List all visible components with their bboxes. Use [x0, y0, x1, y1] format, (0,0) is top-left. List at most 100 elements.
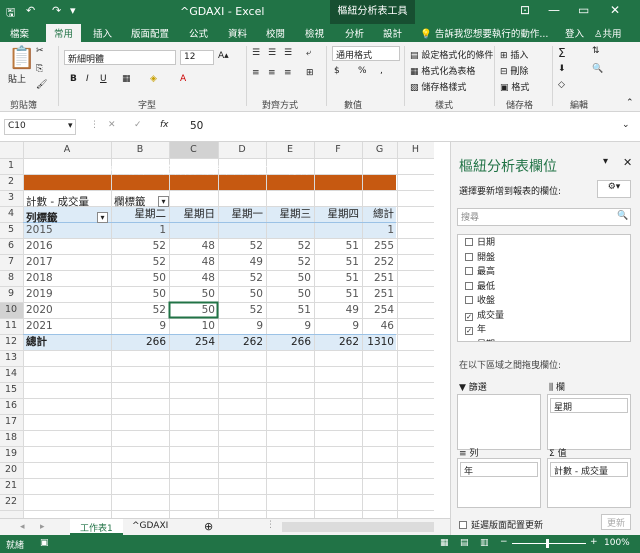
pivot-value-cell[interactable]: 52: [111, 254, 166, 270]
pane-close-icon[interactable]: ✕: [623, 156, 632, 169]
pivot-column-header[interactable]: 總計: [362, 206, 394, 222]
pivot-value-cell[interactable]: 48: [169, 254, 215, 270]
column-header[interactable]: E: [266, 142, 314, 158]
row-header[interactable]: 12: [0, 334, 22, 350]
grand-total-label[interactable]: 總計: [26, 334, 47, 350]
field-list-item[interactable]: ✓ 成交量: [461, 309, 627, 324]
column-header[interactable]: C: [169, 142, 218, 158]
ribbon-display-icon[interactable]: ⊡: [520, 3, 530, 17]
collapse-ribbon-icon[interactable]: ⌃: [626, 98, 634, 108]
delete-cells-button[interactable]: ⊟ 刪除: [500, 64, 528, 77]
pivot-value-cell[interactable]: 254: [362, 302, 394, 318]
tab-data[interactable]: 資料: [228, 26, 247, 40]
row-header[interactable]: 22: [0, 494, 22, 510]
row-header[interactable]: 7: [0, 254, 22, 270]
conditional-formatting-button[interactable]: ▤ 設定格式化的條件: [410, 48, 493, 61]
values-field-pill[interactable]: 計數 - 成交量: [550, 462, 628, 477]
row-header[interactable]: 17: [0, 414, 22, 430]
currency-icon[interactable]: $: [334, 66, 340, 76]
pivot-value-cell[interactable]: 1: [362, 222, 394, 238]
row-header[interactable]: 4: [0, 206, 22, 222]
align-center-icon[interactable]: ≡: [268, 68, 276, 78]
add-sheet-button[interactable]: ⊕: [204, 520, 213, 533]
pivot-row-label[interactable]: 2018: [26, 270, 53, 286]
row-header[interactable]: 21: [0, 478, 22, 494]
column-header[interactable]: G: [362, 142, 397, 158]
save-icon[interactable]: 🖫: [6, 4, 15, 23]
clear-icon[interactable]: ◇: [558, 80, 565, 90]
row-header[interactable]: 16: [0, 398, 22, 414]
tab-design[interactable]: 設計: [383, 26, 402, 40]
row-filter-button[interactable]: ▾: [97, 212, 108, 223]
row-header[interactable]: 18: [0, 430, 22, 446]
row-header[interactable]: 3: [0, 190, 22, 206]
font-size-select[interactable]: 12: [180, 50, 214, 65]
pivot-value-cell[interactable]: 252: [362, 254, 394, 270]
name-box[interactable]: C10: [4, 119, 76, 135]
pane-options-icon[interactable]: ▾: [603, 156, 608, 167]
number-format-select[interactable]: 通用格式: [332, 46, 400, 61]
fill-color-icon[interactable]: ◈: [150, 74, 157, 84]
grand-total-cell[interactable]: 262: [314, 334, 359, 350]
cut-icon[interactable]: ✂: [36, 46, 44, 56]
checkbox-icon[interactable]: [465, 296, 473, 304]
insert-cells-button[interactable]: ⊞ 插入: [500, 48, 528, 61]
share-button[interactable]: ♙共用: [594, 26, 622, 40]
checked-checkbox-icon[interactable]: ✓: [465, 342, 473, 343]
rows-field-pill[interactable]: 年: [460, 462, 538, 477]
pivot-value-cell[interactable]: 51: [266, 302, 311, 318]
autosum-icon[interactable]: Σ: [558, 46, 566, 60]
checked-checkbox-icon[interactable]: ✓: [465, 312, 473, 321]
pivot-column-header[interactable]: 星期日: [169, 206, 216, 222]
fill-icon[interactable]: ⬇: [558, 64, 566, 74]
pivot-column-header[interactable]: 星期四: [314, 206, 360, 222]
pivot-value-cell[interactable]: 9: [314, 318, 359, 334]
field-list-item[interactable]: 開盤: [461, 251, 627, 266]
tab-review[interactable]: 校閱: [266, 26, 285, 40]
font-name-select[interactable]: 新細明體: [64, 50, 176, 65]
bold-button[interactable]: B: [70, 74, 77, 84]
pivot-value-cell[interactable]: 51: [314, 254, 359, 270]
pivot-value-cell[interactable]: 52: [266, 254, 311, 270]
enter-icon[interactable]: ✓: [134, 120, 142, 130]
row-header[interactable]: 11: [0, 318, 22, 334]
italic-button[interactable]: I: [86, 74, 89, 84]
align-left-icon[interactable]: ≡: [252, 68, 260, 78]
tab-home[interactable]: 常用: [46, 24, 82, 42]
pivot-value-cell[interactable]: 48: [169, 238, 215, 254]
field-list[interactable]: 日期開盤最高最低收盤✓成交量✓年✓星期: [457, 234, 631, 342]
pivot-value-cell[interactable]: 50: [218, 286, 263, 302]
percent-button[interactable]: %: [358, 66, 367, 76]
row-header[interactable]: 8: [0, 270, 22, 286]
row-header[interactable]: 2: [0, 174, 22, 190]
row-header[interactable]: 6: [0, 238, 22, 254]
column-header[interactable]: D: [218, 142, 266, 158]
pivot-column-header[interactable]: 星期二: [111, 206, 167, 222]
column-header[interactable]: H: [397, 142, 434, 158]
column-header[interactable]: F: [314, 142, 362, 158]
pivot-row-label[interactable]: 2016: [26, 238, 53, 254]
tab-formulas[interactable]: 公式: [189, 26, 208, 40]
restore-button[interactable]: ▭: [578, 3, 589, 17]
pivot-value-cell[interactable]: 50: [111, 286, 166, 302]
pivot-value-cell[interactable]: 10: [169, 318, 215, 334]
tab-analyze[interactable]: 分析: [345, 26, 364, 40]
cell-styles-button[interactable]: ▧ 儲存格樣式: [410, 80, 466, 93]
pivot-value-cell[interactable]: 50: [169, 302, 215, 318]
pivot-value-cell[interactable]: 251: [362, 286, 394, 302]
pivot-value-cell[interactable]: 50: [111, 270, 166, 286]
pivot-value-cell[interactable]: 50: [266, 270, 311, 286]
pivot-row-label[interactable]: 2017: [26, 254, 53, 270]
macro-record-icon[interactable]: ▣: [40, 538, 49, 548]
formula-input[interactable]: 50: [190, 120, 203, 132]
undo-icon[interactable]: ↶: [26, 4, 35, 17]
pivot-value-cell[interactable]: 46: [362, 318, 394, 334]
redo-icon[interactable]: ↷: [52, 4, 61, 17]
defer-update-checkbox[interactable]: 延遲版面配置更新: [459, 518, 543, 531]
pivot-value-cell[interactable]: 50: [266, 286, 311, 302]
row-header[interactable]: 19: [0, 446, 22, 462]
pivot-value-cell[interactable]: 255: [362, 238, 394, 254]
grand-total-cell[interactable]: 1310: [362, 334, 394, 350]
field-search-input[interactable]: 搜尋: [457, 208, 631, 226]
tell-me-search[interactable]: 💡 告訴我您想要執行的動作...: [420, 26, 548, 40]
